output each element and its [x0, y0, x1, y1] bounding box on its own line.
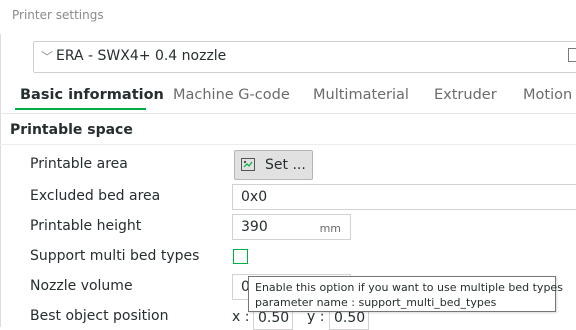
active-tab-indicator	[15, 108, 146, 110]
support-multi-bed-types-label: Support multi bed types	[30, 248, 200, 264]
best-object-position-label: Best object position	[30, 308, 169, 324]
best-position-y-value: 0.50	[334, 310, 366, 326]
excluded-bed-area-input[interactable]: 0x0	[232, 184, 576, 210]
tab-extruder[interactable]: Extruder	[434, 87, 497, 103]
tab-multimaterial[interactable]: Multimaterial	[313, 87, 409, 103]
printable-height-label: Printable height	[30, 218, 142, 234]
edit-preset-icon[interactable]	[568, 48, 576, 62]
printable-height-unit: mm	[319, 222, 341, 235]
best-position-x-value: 0.50	[258, 310, 290, 326]
section-title-printable-space: Printable space	[10, 122, 133, 138]
nozzle-volume-label: Nozzle volume	[30, 278, 133, 294]
bed-shape-icon	[241, 158, 255, 171]
tooltip-description: Enable this option if you want to use mu…	[255, 281, 563, 294]
window-frame-edge	[0, 34, 1, 327]
excluded-bed-area-value: 0x0	[241, 189, 268, 205]
excluded-bed-area-label: Excluded bed area	[30, 188, 161, 204]
printer-preset-dropdown[interactable]: ﹀ ERA - SWX4+ 0.4 nozzle	[33, 41, 576, 73]
printable-height-value: 390	[241, 219, 268, 235]
printable-height-input[interactable]: 390 mm	[232, 214, 351, 240]
set-button-label: Set ...	[265, 157, 306, 173]
tooltip-parameter-name: parameter name : support_multi_bed_types	[255, 296, 497, 309]
support-multi-bed-types-checkbox[interactable]	[233, 249, 248, 264]
tab-basic-information[interactable]: Basic information	[20, 87, 164, 103]
printable-area-label: Printable area	[30, 156, 128, 172]
section-divider	[0, 144, 576, 145]
window-titlebar: Printer settings	[0, 0, 576, 34]
tabs-divider	[0, 113, 576, 114]
tab-machine-gcode[interactable]: Machine G-code	[173, 87, 290, 103]
chevron-down-icon: ﹀	[41, 50, 54, 64]
tab-motion[interactable]: Motion	[523, 87, 572, 103]
support-multi-bed-types-tooltip: Enable this option if you want to use mu…	[248, 276, 563, 312]
set-printable-area-button[interactable]: Set ...	[234, 150, 313, 180]
window-title: Printer settings	[12, 8, 104, 22]
best-position-x-label: x :	[232, 309, 250, 325]
printer-preset-value: ERA - SWX4+ 0.4 nozzle	[56, 48, 227, 64]
